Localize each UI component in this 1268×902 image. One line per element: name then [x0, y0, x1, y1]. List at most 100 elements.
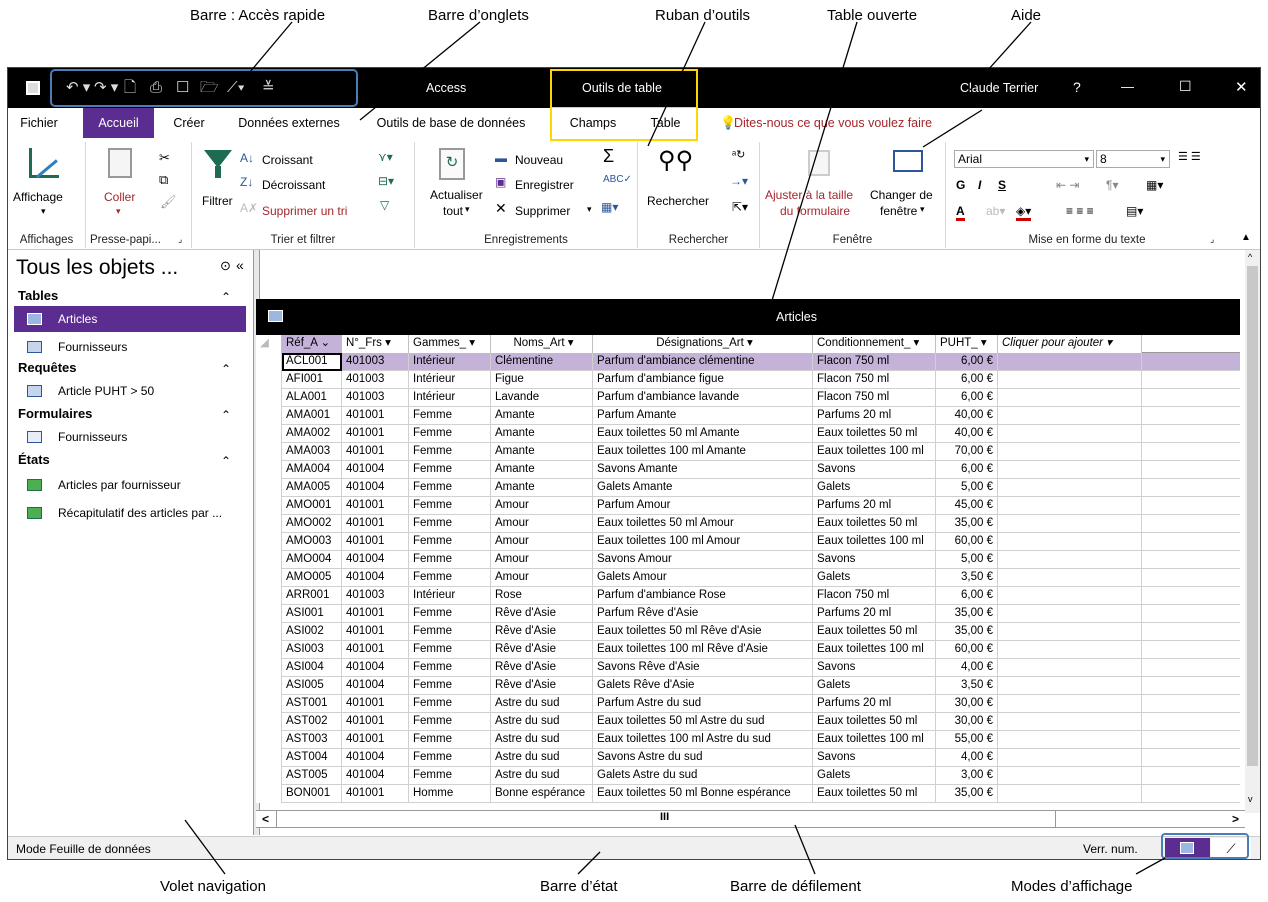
- row-selector[interactable]: [256, 785, 282, 803]
- table-cell[interactable]: Femme: [409, 767, 491, 785]
- tab-champs[interactable]: Champs: [558, 108, 628, 138]
- affichage-button[interactable]: Affichage: [13, 190, 63, 204]
- table-cell[interactable]: 401004: [342, 677, 409, 695]
- table-cell[interactable]: Rêve d'Asie: [491, 677, 593, 695]
- table-cell[interactable]: 401001: [342, 497, 409, 515]
- table-cell[interactable]: 401001: [342, 623, 409, 641]
- col-header-ref[interactable]: Réf_A ⌄: [282, 335, 342, 353]
- table-cell[interactable]: 401001: [342, 641, 409, 659]
- help-icon[interactable]: ?: [1073, 79, 1081, 95]
- table-cell[interactable]: Parfum Astre du sud: [593, 695, 813, 713]
- table-cell[interactable]: Parfum Rêve d'Asie: [593, 605, 813, 623]
- table-cell[interactable]: ASI001: [282, 605, 342, 623]
- table-cell[interactable]: AMA002: [282, 425, 342, 443]
- italic-icon[interactable]: I: [978, 178, 981, 192]
- table-cell[interactable]: Eaux toilettes 100 ml: [813, 731, 936, 749]
- table-cell[interactable]: 401001: [342, 695, 409, 713]
- table-cell[interactable]: Eaux toilettes 50 ml: [813, 785, 936, 803]
- table-cell[interactable]: Eaux toilettes 100 ml: [813, 443, 936, 461]
- affichage-dropdown-icon[interactable]: ▾: [41, 206, 46, 217]
- table-cell-empty[interactable]: [998, 713, 1142, 731]
- table-row[interactable]: AMO001 401001 Femme Amour Parfum Amour Parfum…: [256, 497, 1240, 515]
- table-row[interactable]: ASI005 401004 Femme Rêve d'Asie Galets Rêve …: [256, 677, 1240, 695]
- table-cell[interactable]: Galets: [813, 569, 936, 587]
- table-cell[interactable]: 4,00 €: [936, 749, 998, 767]
- table-cell[interactable]: AST004: [282, 749, 342, 767]
- table-cell[interactable]: Rêve d'Asie: [491, 623, 593, 641]
- table-cell[interactable]: Femme: [409, 497, 491, 515]
- table-cell[interactable]: Galets Amour: [593, 569, 813, 587]
- nav-options-icon[interactable]: ⊙: [220, 258, 231, 274]
- table-cell[interactable]: Parfum Amante: [593, 407, 813, 425]
- maximize-button[interactable]: ☐: [1179, 78, 1192, 95]
- nav-section-formulaires[interactable]: Formulaires: [18, 406, 92, 421]
- new-record-icon[interactable]: ▬: [495, 151, 507, 165]
- table-cell[interactable]: 3,50 €: [936, 677, 998, 695]
- table-cell-empty[interactable]: [998, 389, 1142, 407]
- table-cell[interactable]: AMO003: [282, 533, 342, 551]
- nav-item-recapitulatif[interactable]: Récapitulatif des articles par ...: [14, 500, 246, 526]
- toggle-filter-icon[interactable]: ▽: [380, 198, 389, 212]
- table-cell-empty[interactable]: [998, 371, 1142, 389]
- table-cell[interactable]: Parfum Amour: [593, 497, 813, 515]
- customize-qat-icon[interactable]: ≚: [262, 80, 275, 96]
- table-cell[interactable]: Rose: [491, 587, 593, 605]
- table-cell[interactable]: Rêve d'Asie: [491, 605, 593, 623]
- table-cell[interactable]: 45,00 €: [936, 497, 998, 515]
- tab-fichier[interactable]: Fichier: [14, 108, 64, 138]
- table-cell[interactable]: Femme: [409, 569, 491, 587]
- table-row[interactable]: AST002 401001 Femme Astre du sud Eaux toilet…: [256, 713, 1240, 731]
- enregistrer-button[interactable]: Enregistrer: [515, 178, 574, 192]
- table-row[interactable]: AMA004 401004 Femme Amante Savons Amante Savo…: [256, 461, 1240, 479]
- table-cell[interactable]: 35,00 €: [936, 623, 998, 641]
- table-cell-empty[interactable]: [998, 407, 1142, 425]
- table-cell[interactable]: 40,00 €: [936, 407, 998, 425]
- table-cell[interactable]: 401003: [342, 587, 409, 605]
- table-cell-empty[interactable]: [998, 659, 1142, 677]
- row-selector[interactable]: [256, 389, 282, 407]
- table-cell[interactable]: AMO002: [282, 515, 342, 533]
- table-cell[interactable]: Amour: [491, 497, 593, 515]
- tab-table[interactable]: Table: [638, 108, 693, 138]
- table-cell[interactable]: ASI005: [282, 677, 342, 695]
- table-cell-empty[interactable]: [998, 479, 1142, 497]
- tell-me-search[interactable]: Dites-nous ce que vous voulez faire: [734, 116, 932, 130]
- table-cell[interactable]: 6,00 €: [936, 461, 998, 479]
- row-selector[interactable]: [256, 767, 282, 785]
- table-row[interactable]: ASI002 401001 Femme Rêve d'Asie Eaux toilett…: [256, 623, 1240, 641]
- nav-item-articles-par-fournisseur[interactable]: Articles par fournisseur: [14, 472, 246, 498]
- col-header-gammes[interactable]: Gammes_ ▾: [409, 335, 491, 353]
- row-selector[interactable]: [256, 641, 282, 659]
- nouveau-button[interactable]: Nouveau: [515, 153, 563, 167]
- col-header-conditionnement[interactable]: Conditionnement_ ▾: [813, 335, 936, 353]
- table-cell[interactable]: 35,00 €: [936, 515, 998, 533]
- table-cell-empty[interactable]: [998, 785, 1142, 803]
- table-cell[interactable]: 401001: [342, 785, 409, 803]
- row-selector[interactable]: [256, 551, 282, 569]
- table-cell[interactable]: Parfum d'ambiance Rose: [593, 587, 813, 605]
- table-cell-empty[interactable]: [998, 767, 1142, 785]
- nav-section-etats[interactable]: États: [18, 452, 50, 467]
- table-cell-empty[interactable]: [998, 623, 1142, 641]
- ajuster-button-line1[interactable]: Ajuster à la taille: [765, 188, 853, 202]
- table-cell[interactable]: Femme: [409, 479, 491, 497]
- table-cell[interactable]: Intérieur: [409, 389, 491, 407]
- table-cell[interactable]: Savons Amante: [593, 461, 813, 479]
- table-cell-empty[interactable]: [998, 587, 1142, 605]
- table-cell[interactable]: 401004: [342, 659, 409, 677]
- row-selector[interactable]: [256, 425, 282, 443]
- datasheet-view-button[interactable]: [1165, 838, 1210, 859]
- table-cell[interactable]: Bonne espérance: [491, 785, 593, 803]
- table-row[interactable]: AMO002 401001 Femme Amour Eaux toilettes 50 …: [256, 515, 1240, 533]
- table-cell[interactable]: 401004: [342, 749, 409, 767]
- table-cell[interactable]: Astre du sud: [491, 767, 593, 785]
- spelling-icon[interactable]: ABC✓: [603, 174, 632, 185]
- row-selector[interactable]: [256, 659, 282, 677]
- table-row[interactable]: BON001 401001 Homme Bonne espérance Eaux toi…: [256, 785, 1240, 803]
- table-cell[interactable]: 401004: [342, 461, 409, 479]
- tab-accueil[interactable]: Accueil: [83, 108, 154, 138]
- font-select[interactable]: Arial ▾: [954, 150, 1094, 168]
- table-cell[interactable]: 60,00 €: [936, 641, 998, 659]
- table-cell[interactable]: Astre du sud: [491, 713, 593, 731]
- table-cell[interactable]: Femme: [409, 443, 491, 461]
